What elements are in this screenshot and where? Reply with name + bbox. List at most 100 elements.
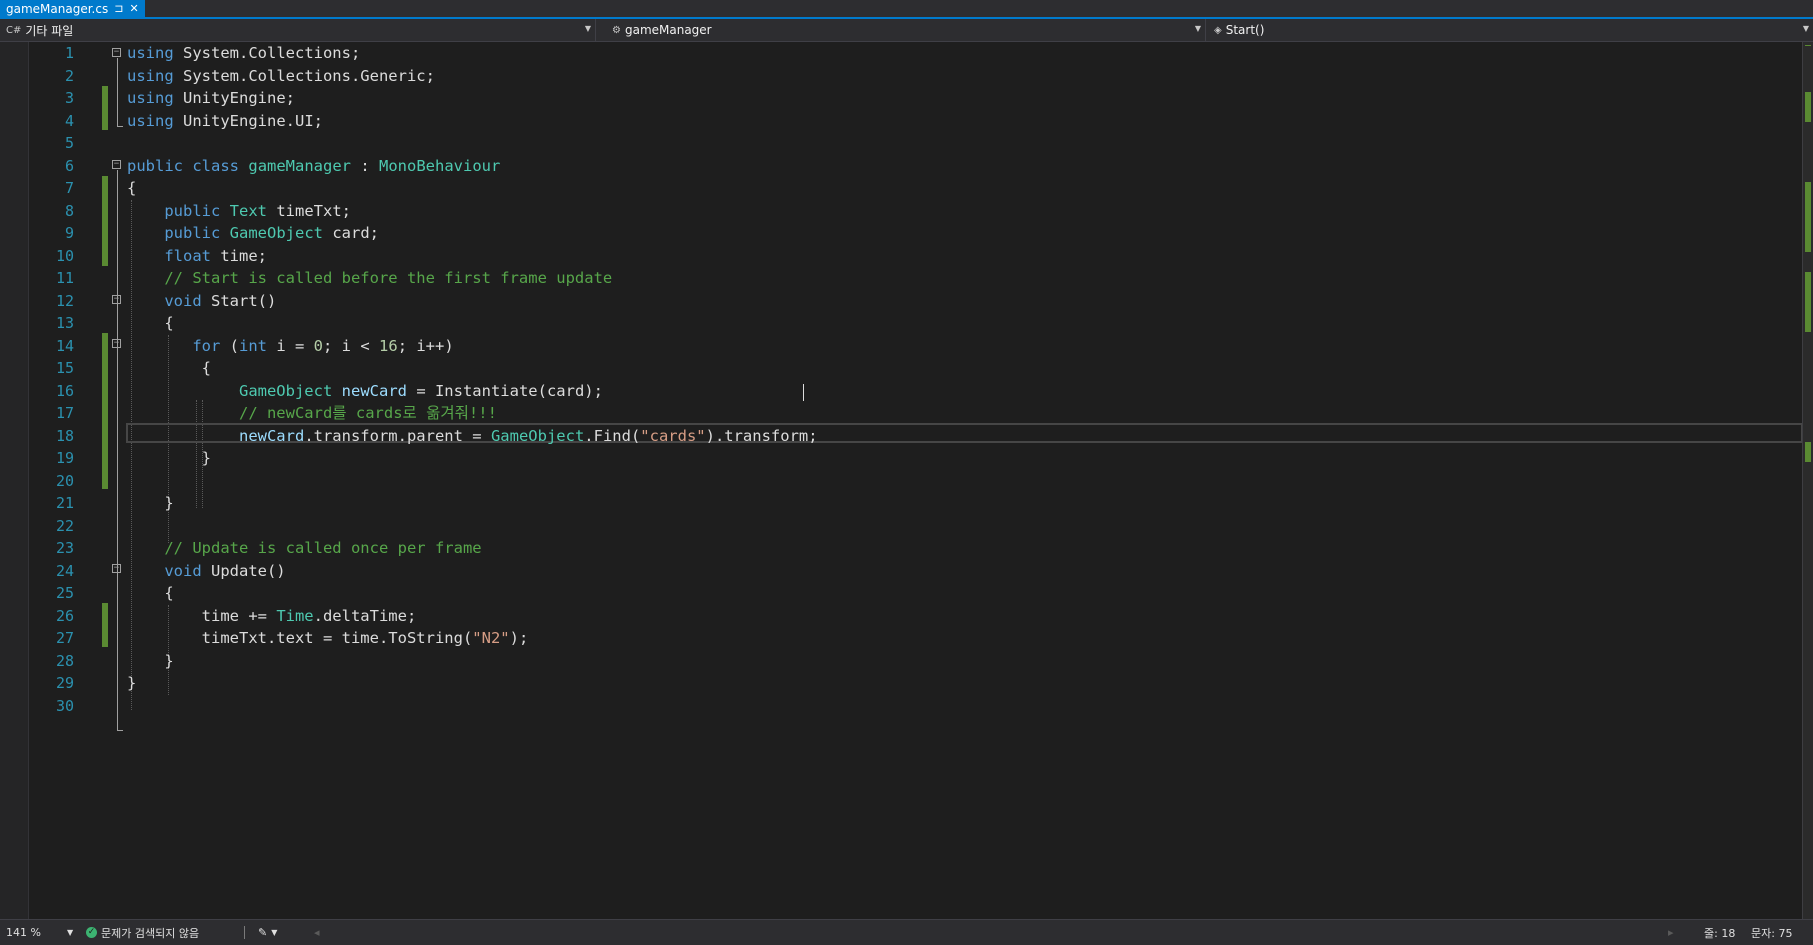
chevron-down-icon: ▼ <box>66 928 74 937</box>
scroll-change-marker <box>1805 92 1811 122</box>
code-line-15[interactable]: { <box>127 357 211 379</box>
code-line-4[interactable]: using UnityEngine.UI; <box>127 110 323 132</box>
change-indicator <box>102 176 108 266</box>
code-line-24[interactable]: void Update() <box>127 560 285 582</box>
code-line-3[interactable]: using UnityEngine; <box>127 87 295 109</box>
code-line-13[interactable]: { <box>127 312 173 334</box>
line-number: 19 <box>55 449 74 467</box>
line-number: 14 <box>55 336 74 355</box>
line-number: 1 <box>64 44 74 62</box>
member-dropdown[interactable]: ◈ Start() ▼ <box>1208 19 1813 41</box>
code-line-8[interactable]: public Text timeTxt; <box>127 200 351 222</box>
line-number: 30 <box>55 696 74 715</box>
code-line-18[interactable]: newCard.transform.parent = GameObject.Fi… <box>127 425 818 447</box>
line-number: 7 <box>64 179 74 197</box>
code-line-23[interactable]: // Update is called once per frame <box>127 537 481 559</box>
code-line-21[interactable]: } <box>127 492 173 514</box>
line-number: 28 <box>55 651 74 670</box>
line-number: 15 <box>55 359 74 377</box>
line-number: 6 <box>64 156 74 175</box>
close-icon[interactable]: ✕ <box>129 3 138 14</box>
line-number: 9 <box>64 224 74 242</box>
scroll-change-marker <box>1805 442 1811 462</box>
brush-icon: ✎ <box>258 926 268 939</box>
change-indicator <box>102 86 108 130</box>
status-bar: 141 % ▼ ✓ 문제가 검색되지 않음 ✎ ▼ ◂ ▸ 줄: 18 문자: … <box>0 919 1813 945</box>
change-indicator <box>102 603 108 647</box>
code-line-19[interactable]: } <box>127 447 211 469</box>
line-number: 2 <box>64 66 74 85</box>
check-circle-icon: ✓ <box>86 927 97 938</box>
zoom-level: 141 % <box>6 926 41 939</box>
scroll-change-marker <box>1805 45 1811 46</box>
indicator-margin[interactable] <box>0 42 29 919</box>
line-indicator: 줄: 18 <box>1704 926 1736 940</box>
class-dropdown[interactable]: ⚙ gameManager ▼ <box>606 19 1206 41</box>
line-number: 24 <box>55 561 74 580</box>
navigation-bar: C# 기타 파일 ▼ ⚙ gameManager ▼ ◈ Start() ▼ <box>0 19 1813 42</box>
line-number: 8 <box>64 201 74 220</box>
code-line-28[interactable]: } <box>127 650 173 672</box>
project-dropdown[interactable]: C# 기타 파일 ▼ <box>0 19 596 41</box>
member-label: Start() <box>1225 23 1265 37</box>
tab-filename: gameManager.cs <box>6 1 109 16</box>
scroll-right-icon[interactable]: ▸ <box>1668 920 1674 945</box>
class-label: gameManager <box>624 23 712 37</box>
scroll-change-marker <box>1805 182 1811 252</box>
issues-text: 문제가 검색되지 않음 <box>101 926 200 940</box>
text-caret <box>803 384 804 401</box>
code-line-29[interactable]: } <box>127 672 136 694</box>
line-number: 18 <box>55 426 74 445</box>
code-line-14[interactable]: for (int i = 0; i < 16; i++) <box>127 335 453 357</box>
line-number: 4 <box>64 111 74 130</box>
code-line-25[interactable]: { <box>127 582 173 604</box>
code-cleanup-button[interactable]: ✎ ▼ <box>258 920 277 945</box>
zoom-dropdown[interactable]: 141 % ▼ <box>6 920 73 945</box>
line-number: 20 <box>55 471 74 490</box>
code-line-17[interactable]: // newCard를 cards로 옮겨줘!!! <box>127 402 497 424</box>
scroll-left-icon[interactable]: ◂ <box>314 920 320 945</box>
column-indicator: 문자: 75 <box>1751 926 1793 940</box>
collapse-toggle-icon[interactable]: − <box>112 564 121 573</box>
document-tab-strip: gameManager.cs ⊐ ✕ <box>0 0 1813 19</box>
code-line-6[interactable]: public class gameManager : MonoBehaviour <box>127 155 500 177</box>
change-indicator <box>102 333 108 489</box>
issues-indicator[interactable]: ✓ 문제가 검색되지 않음 <box>86 920 199 945</box>
pin-icon[interactable]: ⊐ <box>114 3 123 14</box>
chevron-down-icon: ▼ <box>584 24 591 33</box>
line-number: 27 <box>55 629 74 647</box>
chevron-down-icon: ▼ <box>1802 24 1809 33</box>
code-line-9[interactable]: public GameObject card; <box>127 222 379 244</box>
code-line-10[interactable]: float time; <box>127 245 267 267</box>
code-line-12[interactable]: void Start() <box>127 290 276 312</box>
code-line-2[interactable]: using System.Collections.Generic; <box>127 65 435 87</box>
vertical-scrollbar[interactable] <box>1802 42 1813 919</box>
code-line-26[interactable]: time += Time.deltaTime; <box>127 605 417 627</box>
collapse-toggle-icon[interactable]: − <box>112 160 121 169</box>
outline-line <box>117 58 118 126</box>
outline-end <box>117 730 123 731</box>
code-line-11[interactable]: // Start is called before the first fram… <box>127 267 612 289</box>
code-line-27[interactable]: timeTxt.text = time.ToString("N2"); <box>127 627 529 649</box>
line-number: 23 <box>55 539 74 557</box>
collapse-toggle-icon[interactable]: − <box>112 48 121 57</box>
line-number: 12 <box>55 291 74 310</box>
line-number: 29 <box>55 674 74 692</box>
separator <box>244 926 245 939</box>
method-icon: ◈ <box>1214 24 1222 36</box>
line-number: 3 <box>64 89 74 107</box>
code-line-1[interactable]: using System.Collections; <box>127 42 360 64</box>
line-number: 21 <box>55 494 74 512</box>
code-line-7[interactable]: { <box>127 177 136 199</box>
collapse-toggle-icon[interactable]: − <box>112 295 121 304</box>
line-number: 16 <box>55 381 74 400</box>
outline-line <box>117 170 118 730</box>
collapse-toggle-icon[interactable]: − <box>112 339 121 348</box>
line-number: 22 <box>55 516 74 535</box>
chevron-down-icon: ▼ <box>1194 24 1201 33</box>
line-number: 17 <box>55 404 74 422</box>
code-line-16[interactable]: GameObject newCard = Instantiate(card); <box>127 380 603 402</box>
chevron-down-icon: ▼ <box>271 928 278 937</box>
tab-gamemanager-cs[interactable]: gameManager.cs ⊐ ✕ <box>0 0 145 17</box>
code-editor[interactable]: 1 2 3 4 5 6 7 8 9 10 11 12 13 14 15 16 1… <box>0 42 1813 919</box>
